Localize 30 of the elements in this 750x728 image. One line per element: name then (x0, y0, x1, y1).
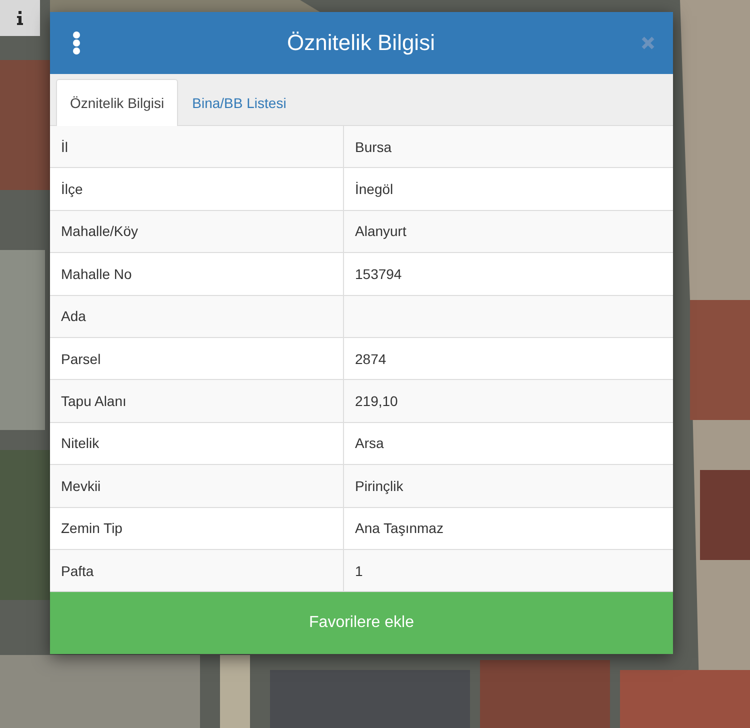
attribute-value: Bursa (343, 126, 673, 168)
menu-icon (72, 31, 81, 55)
info-button[interactable] (0, 0, 40, 36)
attribute-label: Mahalle No (60, 264, 133, 284)
attribute-label: Ada (60, 307, 87, 326)
attribute-value: İnegöl (343, 168, 673, 210)
attribute-value: Ana Taşınmaz (343, 508, 673, 549)
attribute-value: 1 (343, 550, 673, 592)
attribute-label: Nitelik (60, 434, 100, 454)
attribute-label: Zemin Tip (60, 519, 124, 538)
attribute-value: 2874 (343, 338, 673, 380)
attribute-value: 219,10 (343, 380, 673, 422)
attribute-label: İlçe (60, 180, 84, 200)
attribute-label: Mahalle/Köy (60, 222, 140, 242)
tab[interactable]: Bina/BB Listesi (178, 79, 300, 126)
dialog-title: Öznitelik Bilgisi (286, 30, 436, 56)
tab[interactable]: Öznitelik Bilgisi (56, 79, 178, 126)
attribute-value: 153794 (343, 253, 673, 295)
info-icon (17, 11, 23, 25)
menu-button[interactable] (72, 31, 81, 55)
attribute-label: Pafta (60, 562, 95, 581)
attribute-value: Arsa (343, 422, 673, 464)
attribute-value: Pirinçlik (343, 465, 673, 507)
attribute-value: Alanyurt (343, 210, 673, 252)
close-icon (641, 36, 655, 50)
attribute-label: Parsel (60, 350, 102, 369)
attribute-label: Mevkii (60, 476, 102, 496)
attribute-label: Tapu Alanı (60, 392, 128, 412)
add-favorite-button[interactable]: Favorilere ekle (50, 592, 673, 654)
attribute-label: İl (60, 138, 69, 157)
